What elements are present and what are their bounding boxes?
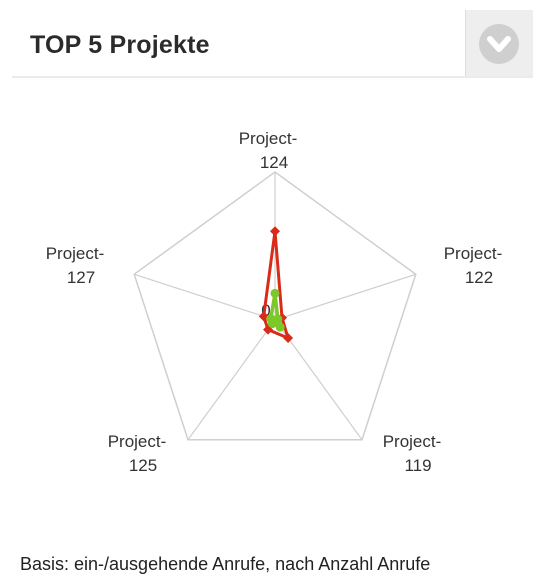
chart-footnote: Basis: ein-/ausgehende Anrufe, nach Anza… — [20, 554, 431, 574]
radar-data-point[interactable] — [270, 226, 280, 237]
radar-axis-line — [187, 319, 276, 441]
radar-axis-label: Project-127 — [46, 244, 105, 287]
radar-axis-line — [274, 273, 416, 321]
radar-axis-line — [134, 273, 276, 321]
widget-menu-button[interactable] — [465, 10, 533, 76]
radar-data-point[interactable] — [275, 322, 285, 332]
radar-data-point[interactable] — [283, 332, 294, 343]
radar-axis-label: Project-124 — [239, 129, 298, 172]
radar-data-point[interactable] — [270, 288, 280, 298]
radar-series — [258, 226, 294, 343]
widget-header: TOP 5 Projekte — [12, 10, 533, 78]
radar-axis-label: Project-119 — [383, 432, 442, 475]
radar-axis-label: Project-125 — [108, 432, 167, 475]
chevron-down-circle-icon[interactable] — [479, 24, 519, 64]
radar-axis-label: Project-122 — [444, 244, 503, 287]
radar-data-point[interactable] — [266, 314, 276, 324]
top-projects-widget: TOP 5 Projekte Project-124 Project-122 Pro… — [0, 0, 537, 579]
widget-title: TOP 5 Projekte — [30, 31, 210, 59]
radar-chart: Project-124 Project-122 Project-119 Project… — [46, 129, 503, 475]
chevron-down-icon — [487, 36, 511, 52]
